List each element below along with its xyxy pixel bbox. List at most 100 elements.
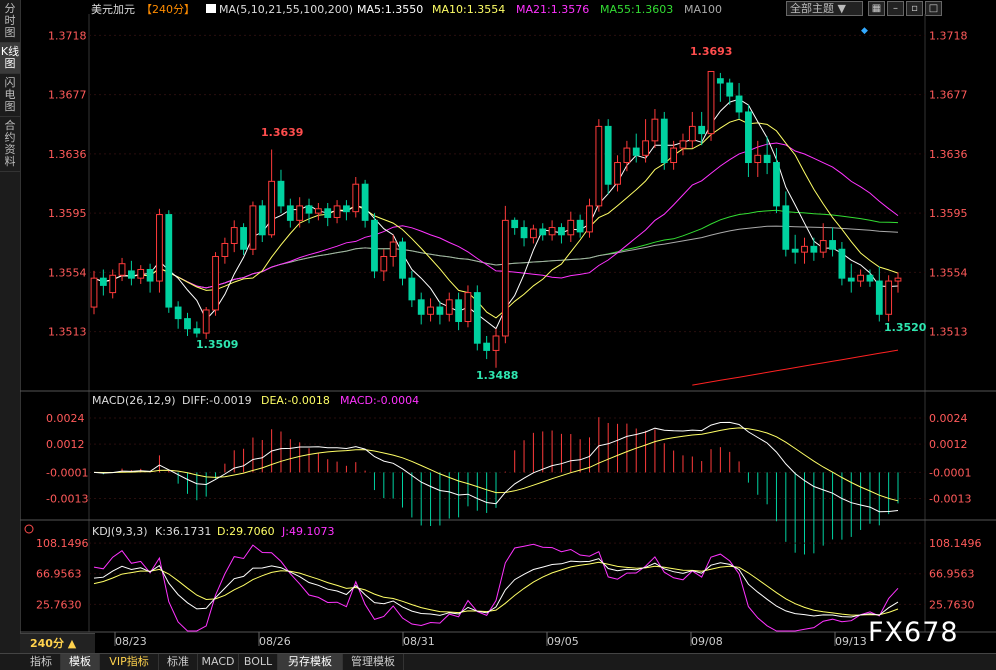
- candle-body: [539, 228, 547, 236]
- kdj-settings-icon[interactable]: [24, 524, 34, 534]
- macd-label-left: -0.0001: [46, 466, 88, 479]
- candle-body: [296, 205, 304, 221]
- candle-body: [885, 280, 893, 315]
- candle-body: [567, 219, 575, 236]
- watermark-logo: FX678: [868, 617, 959, 648]
- candle-body: [670, 147, 678, 164]
- candle-body: [875, 280, 883, 315]
- macd-legend: MACD(26,12,9) DIFF:-0.0019 DEA:-0.0018 M…: [92, 394, 419, 407]
- ma200-line: [692, 349, 899, 386]
- main-legend: 美元加元 【240分】 MA(5,10,21,55,100,200) MA5:1…: [91, 3, 722, 16]
- date-axis: 08/23 08/26 08/31 09/05 09/08 09/13: [114, 632, 867, 648]
- kdj-k: K:36.1731: [155, 525, 211, 538]
- candle-body: [445, 299, 453, 315]
- price-label-left: 1.3718: [48, 29, 87, 42]
- candle-body: [184, 318, 191, 330]
- kdj-j-line: [93, 543, 899, 632]
- tab-save-template[interactable]: 另存模板: [278, 654, 343, 670]
- candle-body: [483, 342, 491, 351]
- macd-label-right: -0.0001: [929, 466, 971, 479]
- candle-body: [473, 292, 481, 344]
- candle-body: [651, 118, 659, 142]
- candle-body: [427, 306, 434, 315]
- macd-dea: DEA:-0.0018: [261, 394, 330, 407]
- candle-body: [688, 125, 696, 142]
- price-label-left: 1.3554: [48, 266, 87, 279]
- candle-body: [212, 255, 219, 311]
- kdj-label-right: 108.1496: [929, 537, 982, 550]
- candle-body: [221, 242, 229, 257]
- price-label-left: 1.3636: [48, 148, 87, 161]
- candle-body: [399, 241, 406, 279]
- candle-body: [408, 277, 416, 301]
- kdj-title: KDJ(9,3,3): [92, 525, 148, 538]
- period-button[interactable]: 240分 ▲: [20, 633, 95, 653]
- ma21-value: MA21:1.3576: [516, 3, 589, 16]
- candle-body: [333, 205, 341, 218]
- candle-body: [371, 219, 378, 272]
- candle-body: [511, 219, 519, 229]
- ma-params: MA(5,10,21,55,100,200): [219, 3, 353, 16]
- candlesticks: [90, 70, 902, 368]
- ma-settings-icon[interactable]: [206, 4, 216, 13]
- period-tag: 【240分】: [141, 3, 195, 16]
- candle-body: [389, 241, 397, 257]
- candle-body: [417, 299, 425, 315]
- candle-body: [558, 227, 565, 236]
- candle-body: [791, 248, 799, 253]
- candle-body: [576, 219, 584, 233]
- candle-body: [604, 125, 612, 185]
- candle-body: [735, 95, 743, 113]
- price-label-right: 1.3636: [929, 148, 968, 161]
- candle-body: [165, 214, 173, 308]
- tab-boll[interactable]: BOLL: [239, 654, 278, 670]
- candle-body: [548, 227, 556, 236]
- kdj-label-left: 108.1496: [36, 537, 89, 550]
- candle-body: [829, 240, 836, 250]
- candle-body: [90, 277, 98, 308]
- candle-body: [679, 140, 687, 149]
- candle-body: [838, 248, 846, 279]
- price-label-left: 1.3595: [48, 207, 87, 220]
- macd-label-right: 0.0024: [929, 412, 968, 425]
- marker-dot: ◆: [861, 26, 868, 36]
- candle-body: [614, 162, 621, 185]
- kdj-label-left: 66.9563: [36, 568, 82, 581]
- tab-indicators[interactable]: 指标: [22, 654, 61, 670]
- candle-body: [156, 214, 163, 282]
- candle-body: [258, 205, 266, 236]
- candle-body: [623, 147, 631, 164]
- tab-templates[interactable]: 模板: [61, 654, 100, 670]
- kdj-label-right: 25.7630: [929, 598, 975, 611]
- kdj-j: J:49.1073: [281, 525, 334, 538]
- candle-body: [520, 227, 528, 239]
- price-label-right: 1.3513: [929, 326, 968, 339]
- candle-body: [99, 277, 107, 286]
- date-label: 08/31: [403, 635, 435, 648]
- candle-body: [754, 154, 762, 164]
- candle-body: [501, 219, 509, 337]
- tab-manage-template[interactable]: 管理模板: [343, 654, 404, 670]
- tab-macd[interactable]: MACD: [198, 654, 239, 670]
- candle-body: [894, 277, 902, 282]
- kdj-k-line: [93, 558, 899, 618]
- candle-body: [202, 309, 210, 334]
- price-label-left: 1.3677: [48, 89, 87, 102]
- candle-body: [286, 205, 294, 221]
- candle-body: [240, 227, 247, 250]
- candle-body: [137, 268, 145, 279]
- ma5-value: MA5:1.3550: [357, 3, 423, 16]
- chart-canvas[interactable]: 美元加元 【240分】 MA(5,10,21,55,100,200) MA5:1…: [0, 0, 996, 653]
- tab-vip-indicators[interactable]: VIP指标: [100, 654, 159, 670]
- tab-standard[interactable]: 标准: [159, 654, 198, 670]
- price-label-right: 1.3677: [929, 89, 968, 102]
- macd-label-right: 0.0012: [929, 438, 968, 451]
- candle-body: [745, 111, 752, 164]
- bottom-toolbar: 指标 模板 VIP指标 标准 MACD BOLL 另存模板 管理模板: [0, 653, 996, 670]
- candle-body: [361, 183, 369, 221]
- candle-body: [380, 255, 388, 272]
- candle-body: [529, 228, 537, 239]
- candle-body: [109, 274, 117, 294]
- candle-body: [866, 274, 874, 282]
- candle-body: [436, 306, 444, 315]
